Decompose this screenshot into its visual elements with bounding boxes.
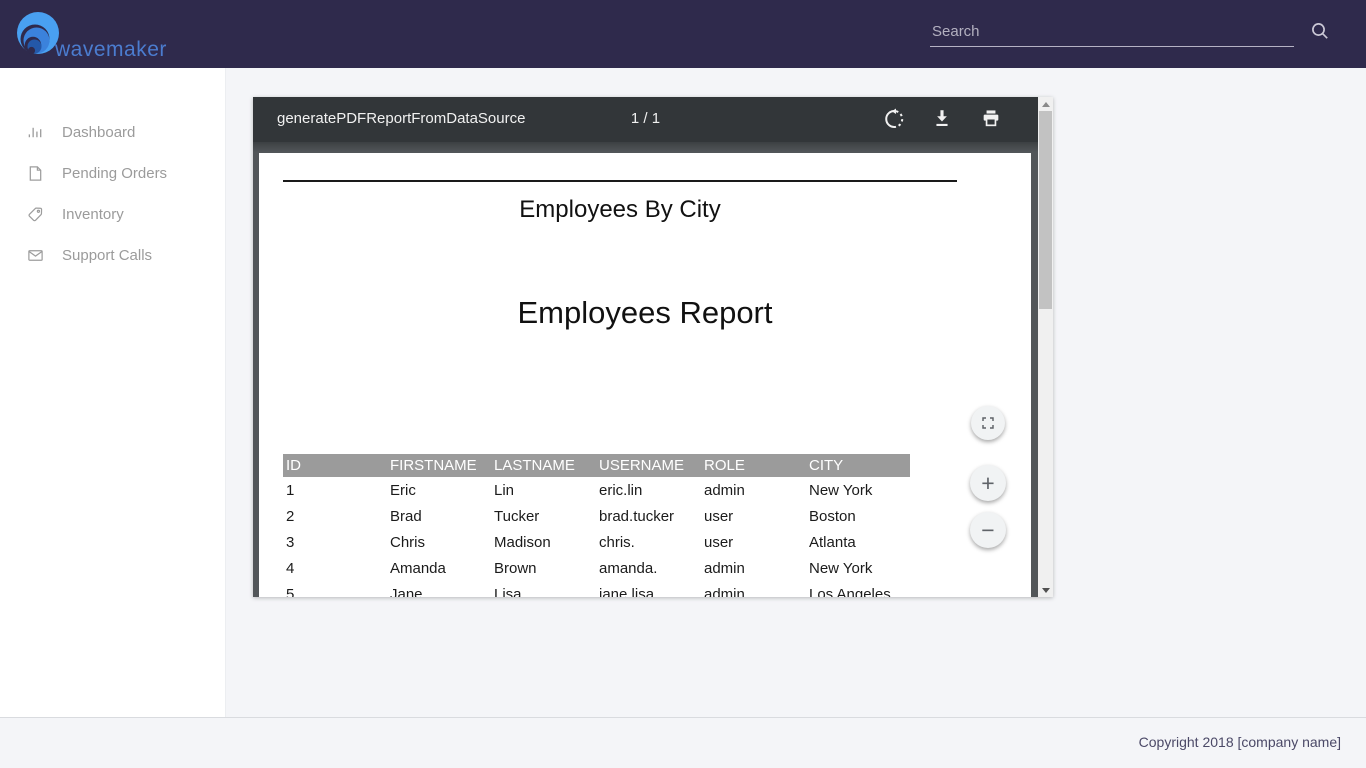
search-bar <box>930 18 1330 47</box>
table-cell: New York <box>806 477 910 503</box>
column-header-role: ROLE <box>701 454 806 477</box>
search-icon[interactable] <box>1310 21 1330 44</box>
table-cell: 5 <box>283 581 387 597</box>
table-cell: Chris <box>387 529 491 555</box>
column-header-id: ID <box>283 454 387 477</box>
table-cell: Tucker <box>491 503 596 529</box>
copyright-text: Copyright 2018 [company name] <box>1139 734 1341 750</box>
table-cell: Madison <box>491 529 596 555</box>
table-header-row: IDFIRSTNAMELASTNAMEUSERNAMEROLECITY <box>283 454 910 477</box>
pdf-scrollbar[interactable] <box>1038 97 1053 597</box>
sidebar-item-pending-orders[interactable]: Pending Orders <box>0 153 225 194</box>
table-cell: Brad <box>387 503 491 529</box>
document-heading: Employees By City <box>283 196 957 224</box>
sidebar-item-label: Dashboard <box>62 124 135 141</box>
table-cell: chris. <box>596 529 701 555</box>
table-cell: Lin <box>491 477 596 503</box>
sidebar-item-label: Support Calls <box>62 247 152 264</box>
table-row: 5JaneLisajane.lisaadminLos Angeles <box>283 581 910 597</box>
pdf-viewer: generatePDFReportFromDataSource 1 / 1 <box>253 97 1053 597</box>
table-cell: Brown <box>491 555 596 581</box>
table-cell: Los Angeles <box>806 581 910 597</box>
table-cell: Atlanta <box>806 529 910 555</box>
sidebar-item-dashboard[interactable]: Dashboard <box>0 112 225 153</box>
table-cell: Eric <box>387 477 491 503</box>
zoom-in-button[interactable]: + <box>970 465 1006 501</box>
table-cell: admin <box>701 555 806 581</box>
download-icon[interactable] <box>931 108 953 130</box>
column-header-city: CITY <box>806 454 910 477</box>
table-cell: Amanda <box>387 555 491 581</box>
rotate-icon[interactable] <box>883 108 905 130</box>
table-cell: jane.lisa <box>596 581 701 597</box>
app-footer: Copyright 2018 [company name] <box>0 717 1366 768</box>
fit-to-page-button[interactable] <box>971 406 1005 440</box>
table-cell: Jane <box>387 581 491 597</box>
report-title: Employees Report <box>259 295 1031 331</box>
table-row: 3ChrisMadisonchris.userAtlanta <box>283 529 910 555</box>
table-cell: admin <box>701 477 806 503</box>
table-cell: Lisa <box>491 581 596 597</box>
tag-icon <box>27 206 44 223</box>
table-row: 2BradTuckerbrad.tuckeruserBoston <box>283 503 910 529</box>
zoom-out-button[interactable]: − <box>970 512 1006 548</box>
pdf-page: Employees By City Employees Report IDFIR… <box>259 153 1031 597</box>
main-content: generatePDFReportFromDataSource 1 / 1 <box>227 68 1366 717</box>
table-row: 1EricLineric.linadminNew York <box>283 477 910 503</box>
table-cell: amanda. <box>596 555 701 581</box>
sidebar-item-label: Inventory <box>62 206 124 223</box>
table-cell: eric.lin <box>596 477 701 503</box>
column-header-lastname: LASTNAME <box>491 454 596 477</box>
toolbar-shadow <box>253 142 1038 152</box>
page-indicator: 1 / 1 <box>631 110 660 127</box>
sidebar-item-support-calls[interactable]: Support Calls <box>0 235 225 276</box>
app-header: wavemaker <box>0 0 1366 68</box>
table-cell: New York <box>806 555 910 581</box>
table-cell: 2 <box>283 503 387 529</box>
scrollbar-thumb[interactable] <box>1039 111 1052 309</box>
document-icon <box>27 165 44 182</box>
table-cell: user <box>701 503 806 529</box>
print-icon[interactable] <box>980 108 1002 130</box>
column-header-username: USERNAME <box>596 454 701 477</box>
document-rule <box>283 180 957 182</box>
column-header-firstname: FIRSTNAME <box>387 454 491 477</box>
table-row: 4AmandaBrownamanda.adminNew York <box>283 555 910 581</box>
sidebar: Dashboard Pending Orders Inventory Suppo… <box>0 68 226 717</box>
brand: wavemaker <box>13 9 213 61</box>
table-cell: Boston <box>806 503 910 529</box>
table-cell: 3 <box>283 529 387 555</box>
bar-chart-icon <box>27 124 44 141</box>
sidebar-item-label: Pending Orders <box>62 165 167 182</box>
envelope-icon <box>27 247 44 264</box>
table-cell: 1 <box>283 477 387 503</box>
brand-name: wavemaker <box>55 38 167 62</box>
table-cell: brad.tucker <box>596 503 701 529</box>
table-cell: admin <box>701 581 806 597</box>
sidebar-item-inventory[interactable]: Inventory <box>0 194 225 235</box>
report-table: IDFIRSTNAMELASTNAMEUSERNAMEROLECITY 1Eri… <box>283 454 910 597</box>
table-cell: user <box>701 529 806 555</box>
search-input[interactable] <box>930 18 1294 47</box>
scroll-up-icon[interactable] <box>1038 97 1053 111</box>
scroll-down-icon[interactable] <box>1038 583 1053 597</box>
table-cell: 4 <box>283 555 387 581</box>
pdf-title: generatePDFReportFromDataSource <box>277 110 525 127</box>
pdf-toolbar: generatePDFReportFromDataSource 1 / 1 <box>253 97 1038 142</box>
